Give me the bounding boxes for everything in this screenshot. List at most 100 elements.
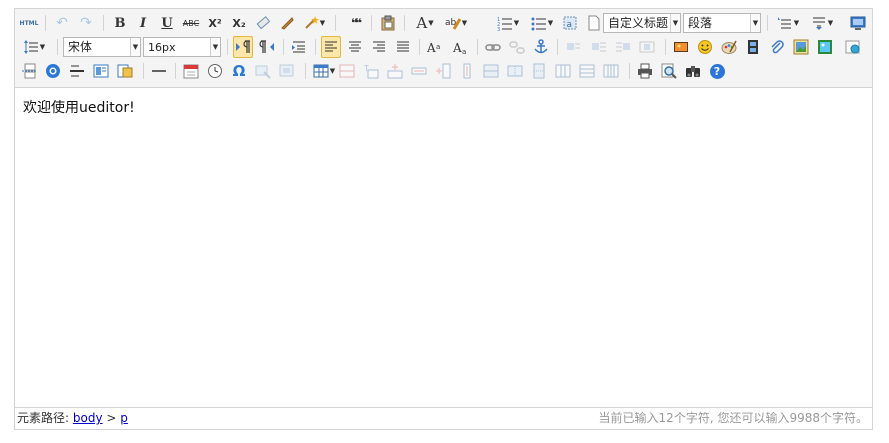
paste-plain-button[interactable] — [378, 12, 398, 34]
insert-paragraph-before-table-button[interactable]: T — [361, 60, 381, 82]
ordered-list-icon: 123 — [497, 17, 512, 31]
font-family-select[interactable]: 宋体 ▼ — [63, 37, 141, 57]
strikethrough-icon: ABC — [182, 18, 200, 28]
bold-button[interactable]: B — [110, 12, 130, 34]
attachment-button[interactable] — [767, 36, 787, 58]
scrawl-button[interactable] — [719, 36, 739, 58]
split-rows-button[interactable] — [577, 60, 597, 82]
align-right-button[interactable] — [369, 36, 389, 58]
align-center-button[interactable] — [345, 36, 365, 58]
lowercase-button[interactable]: Aa — [451, 36, 471, 58]
select-all-icon: a — [563, 16, 577, 30]
emotion-button[interactable] — [695, 36, 715, 58]
ordered-list-button[interactable]: 123 ▼ — [493, 12, 523, 34]
merge-cells-icon — [483, 64, 499, 78]
delete-table-button[interactable] — [337, 60, 357, 82]
eraser-button[interactable] — [253, 12, 273, 34]
italic-button[interactable]: I — [133, 12, 153, 34]
split-cols-button[interactable] — [601, 60, 621, 82]
background-button[interactable] — [815, 36, 835, 58]
unlink-button[interactable] — [507, 36, 527, 58]
page-break-button[interactable] — [19, 60, 39, 82]
html-source-button[interactable]: HTML — [19, 12, 39, 34]
word-image-button[interactable] — [115, 60, 135, 82]
merge-cells-button[interactable] — [481, 60, 501, 82]
custom-style-select[interactable]: 自定义标题 ▼ — [603, 13, 681, 33]
insert-row-button[interactable] — [385, 60, 405, 82]
align-justify-button[interactable] — [393, 36, 413, 58]
merge-down-button[interactable] — [529, 60, 549, 82]
insert-image-button[interactable] — [671, 36, 691, 58]
line-height-icon — [23, 40, 38, 54]
insert-video-button[interactable] — [743, 36, 763, 58]
insert-hr-button[interactable] — [149, 60, 169, 82]
special-chars-button[interactable]: Ω — [229, 60, 249, 82]
webapp-button[interactable] — [43, 60, 63, 82]
paperclip-icon — [771, 40, 784, 54]
redo-button[interactable]: ↷ — [76, 12, 96, 34]
align-left-button[interactable] — [321, 36, 341, 58]
fullscreen-button[interactable] — [848, 12, 868, 34]
direction-rtl-button[interactable] — [257, 36, 277, 58]
delete-col-icon — [463, 63, 471, 79]
chevron-down-icon: ▼ — [210, 38, 220, 56]
background-color-button[interactable]: ab ▼ — [441, 12, 471, 34]
row-spacing-top-button[interactable]: ▼ — [773, 12, 803, 34]
path-item-body[interactable]: body — [73, 411, 103, 425]
image-none-button[interactable] — [563, 36, 583, 58]
autotypeset-button[interactable]: ▼ — [299, 12, 329, 34]
search-replace-button[interactable] — [683, 60, 703, 82]
insert-time-button[interactable] — [205, 60, 225, 82]
strikethrough-button[interactable]: ABC — [181, 12, 201, 34]
unordered-list-icon — [531, 17, 546, 31]
path-item-p[interactable]: p — [120, 411, 128, 425]
edit-image-icon — [279, 64, 294, 77]
font-color-button[interactable]: A ▼ — [410, 12, 440, 34]
insert-frame-button[interactable] — [791, 36, 811, 58]
clear-document-button[interactable] — [584, 12, 604, 34]
direction-ltr-button[interactable] — [233, 36, 253, 58]
preview-button[interactable] — [659, 60, 679, 82]
print-button[interactable] — [635, 60, 655, 82]
image-center-button[interactable] — [637, 36, 657, 58]
uppercase-icon: Aa — [427, 41, 440, 55]
insert-date-button[interactable] — [181, 60, 201, 82]
merge-right-button[interactable] — [505, 60, 525, 82]
blockquote-button[interactable]: ❝❝ — [345, 12, 365, 34]
content-paragraph[interactable]: 欢迎使用ueditor! — [23, 97, 864, 117]
editor-content-area[interactable]: 欢迎使用ueditor! — [15, 89, 872, 407]
subscript-button[interactable]: X₂ — [229, 12, 249, 34]
status-bar: 元素路径: body > p 当前已输入12个字符, 您还可以输入9988个字符… — [15, 407, 872, 429]
unordered-list-button[interactable]: ▼ — [527, 12, 557, 34]
font-color-icon: A — [416, 14, 428, 32]
insert-table-button[interactable]: ▼ — [309, 60, 339, 82]
underline-button[interactable]: U — [157, 12, 177, 34]
binoculars-icon — [686, 66, 700, 77]
format-painter-button[interactable] — [277, 12, 297, 34]
delete-col-button[interactable] — [457, 60, 477, 82]
template-button[interactable] — [91, 60, 111, 82]
font-size-select[interactable]: 16px ▼ — [143, 37, 221, 57]
link-button[interactable] — [483, 36, 503, 58]
anchor-button[interactable] — [531, 36, 551, 58]
paragraph-select[interactable]: 段落 ▼ — [683, 13, 761, 33]
map-button[interactable] — [843, 36, 863, 58]
superscript-button[interactable]: X² — [205, 12, 225, 34]
edit-image-button[interactable] — [277, 60, 297, 82]
row-spacing-bottom-button[interactable]: ▼ — [807, 12, 837, 34]
monitor-icon — [850, 16, 866, 30]
undo-button[interactable]: ↶ — [52, 12, 72, 34]
insert-col-button[interactable] — [433, 60, 453, 82]
horizontal-rule-button[interactable] — [67, 60, 87, 82]
image-right-button[interactable] — [613, 36, 633, 58]
delete-row-button[interactable] — [409, 60, 429, 82]
indent-button[interactable] — [289, 36, 309, 58]
help-button[interactable]: ? — [707, 60, 727, 82]
line-height-button[interactable]: ▼ — [19, 36, 49, 58]
select-all-button[interactable]: a — [560, 12, 580, 34]
image-left-button[interactable] — [589, 36, 609, 58]
path-separator: > — [106, 411, 117, 425]
split-cells-button[interactable] — [553, 60, 573, 82]
snapscreen-button[interactable] — [253, 60, 273, 82]
uppercase-button[interactable]: Aa — [425, 36, 445, 58]
